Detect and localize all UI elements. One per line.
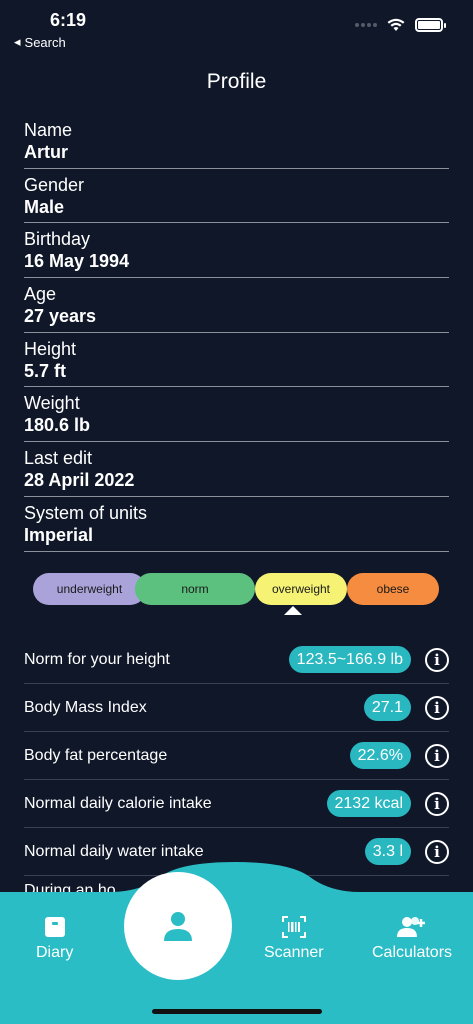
metric-row-bmi: Body Mass Index 27.1 i: [24, 684, 449, 732]
tab-calculators-label: Calculators: [372, 944, 453, 961]
tab-calculators[interactable]: Calculators: [372, 916, 452, 962]
metric-label: Body Mass Index: [24, 698, 147, 716]
tab-scanner[interactable]: Scanner: [264, 916, 324, 962]
profile-value: 16 May 1994: [24, 251, 130, 272]
bmi-segment-norm: norm: [135, 573, 255, 605]
profile-value: 27 years: [24, 306, 97, 327]
battery-icon: [415, 18, 446, 32]
diary-icon: [44, 917, 65, 937]
profile-label: Age: [24, 284, 57, 305]
profile-list: Name Artur Gender Male Birthday 16 May 1…: [24, 114, 449, 552]
metric-value-badge: 3.3 l: [364, 838, 411, 865]
profile-label: Last edit: [24, 448, 93, 469]
profile-value: 28 April 2022: [24, 470, 135, 491]
tab-diary[interactable]: Diary: [36, 916, 73, 962]
bmi-category-scale: underweight norm overweight obese: [33, 573, 441, 605]
metric-label: Body fat percentage: [24, 746, 168, 764]
profile-row-gender[interactable]: Gender Male: [24, 169, 449, 224]
cellular-signal-icon: [355, 23, 377, 27]
profile-value: 180.6 lb: [24, 415, 91, 436]
back-to-search-link[interactable]: ◂ Search: [14, 34, 66, 50]
info-icon[interactable]: i: [425, 743, 449, 768]
info-icon[interactable]: i: [425, 791, 449, 816]
metric-row-norm-weight: Norm for your height 123.5~166.9 lb i: [24, 636, 449, 684]
profile-value: Male: [24, 196, 65, 217]
profile-row-name[interactable]: Name Artur: [24, 114, 449, 169]
profile-row-system-of-units[interactable]: System of units Imperial: [24, 497, 449, 552]
bmi-segment-overweight: overweight: [255, 573, 347, 605]
barcode-scanner-icon: [281, 916, 306, 938]
profile-label: System of units: [24, 502, 148, 523]
profile-label: Name: [24, 120, 73, 140]
metric-value-badge: 22.6%: [349, 742, 411, 769]
bmi-segment-underweight: underweight: [33, 573, 146, 605]
profile-row-last-edit: Last edit 28 April 2022: [24, 442, 449, 497]
metric-label: Norm for your height: [24, 650, 170, 668]
profile-row-height[interactable]: Height 5.7 ft: [24, 333, 449, 388]
metric-row-body-fat: Body fat percentage 22.6% i: [24, 732, 449, 780]
home-indicator: [152, 1009, 322, 1014]
metric-label: Normal daily water intake: [24, 842, 204, 860]
profile-value: 5.7 ft: [24, 360, 67, 381]
profile-label: Gender: [24, 174, 85, 195]
profile-row-birthday[interactable]: Birthday 16 May 1994: [24, 223, 449, 279]
profile-row-age[interactable]: Age 27 years: [24, 278, 449, 333]
page-title: Profile: [206, 70, 267, 93]
info-icon[interactable]: i: [425, 695, 449, 720]
tab-diary-label: Diary: [36, 944, 74, 961]
profile-value: Imperial: [24, 524, 94, 545]
status-bar: 6:19 ◂ Search: [0, 0, 473, 56]
info-icon[interactable]: i: [425, 839, 449, 864]
bmi-pointer-icon: [284, 606, 302, 615]
profile-label: Weight: [24, 393, 80, 414]
status-time: 6:19: [50, 10, 87, 30]
metric-label: Normal daily calorie intake: [24, 794, 212, 812]
metric-value-badge: 123.5~166.9 lb: [288, 646, 411, 673]
bmi-segment-obese: obese: [347, 573, 439, 605]
metric-row-calorie-intake: Normal daily calorie intake 2132 kcal i: [24, 780, 449, 828]
wifi-icon: [387, 18, 405, 31]
profile-label: Height: [24, 338, 77, 359]
profile-label: Birthday: [24, 229, 91, 250]
info-icon[interactable]: i: [425, 647, 449, 672]
tab-scanner-label: Scanner: [264, 944, 324, 961]
person-icon: [164, 912, 192, 941]
profile-tab-button[interactable]: [124, 872, 232, 980]
users-add-icon: [397, 917, 426, 937]
profile-row-weight[interactable]: Weight 180.6 lb: [24, 387, 449, 443]
back-arrow-icon: ◂: [14, 34, 21, 49]
status-indicators: [355, 18, 446, 32]
profile-value: Artur: [24, 142, 68, 162]
metric-value-badge: 2132 kcal: [326, 790, 411, 817]
back-label: Search: [24, 34, 66, 50]
metric-value-badge: 27.1: [363, 694, 411, 721]
